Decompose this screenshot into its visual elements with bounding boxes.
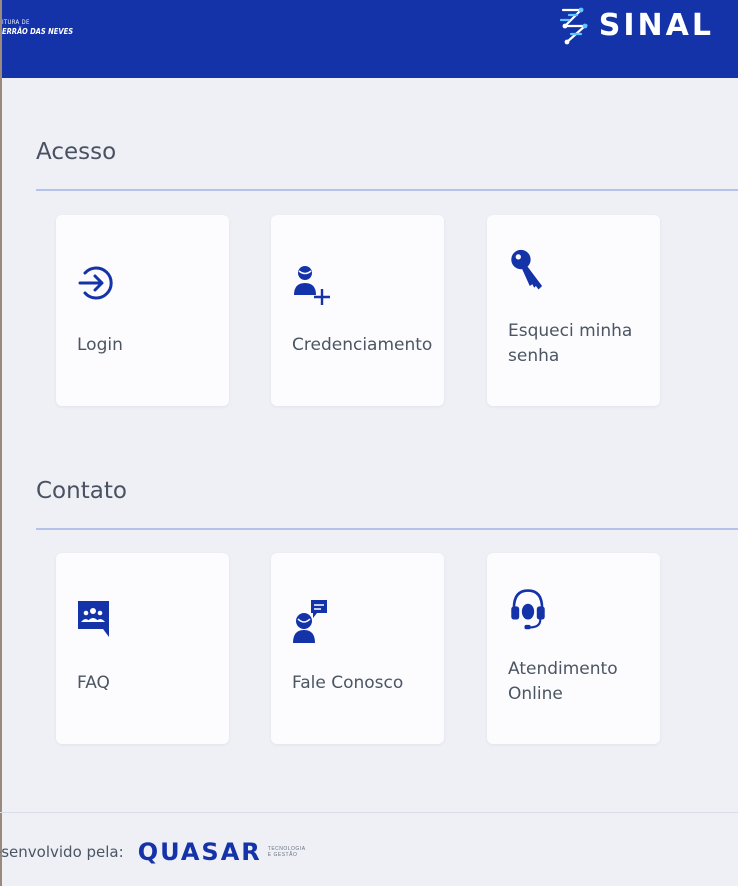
card-label-atendimento-online: Atendimento Online xyxy=(508,659,618,704)
card-label-fale-conosco: Fale Conosco xyxy=(292,673,404,693)
section-title-acesso: Acesso xyxy=(36,139,117,165)
brand-name: SINAL xyxy=(598,8,714,43)
card-faq[interactable]: FAQ xyxy=(56,553,229,744)
add-user-icon xyxy=(294,266,330,305)
section-title-contato: Contato xyxy=(36,478,127,504)
card-label-faq: FAQ xyxy=(77,673,110,693)
login-icon xyxy=(78,266,113,300)
user-message-icon xyxy=(293,600,327,643)
card-credenciamento[interactable]: Credenciamento xyxy=(271,215,444,406)
card-label-credenciamento: Credenciamento xyxy=(292,335,433,355)
footer-divider xyxy=(0,812,738,813)
quasar-tagline-line2: E GESTÃO xyxy=(267,852,298,858)
city-logo-line1: ITURA DE xyxy=(2,19,30,26)
city-logo-line2: ERRÃO DAS NEVES xyxy=(2,27,74,36)
card-esqueci-senha[interactable]: Esqueci minha senha xyxy=(487,215,660,406)
card-label-esqueci-senha: Esqueci minha senha xyxy=(508,321,633,366)
card-atendimento-online[interactable]: Atendimento Online xyxy=(487,553,660,744)
section-divider-contato xyxy=(36,528,738,530)
left-edge-strip xyxy=(0,0,2,886)
sinal-logo[interactable]: SINAL xyxy=(557,4,714,48)
section-divider-acesso xyxy=(36,189,738,191)
developed-by-text: esenvolvido pela: xyxy=(0,843,124,861)
footer: esenvolvido pela: QUASAR TECNOLOGIA E GE… xyxy=(0,838,306,866)
headset-icon xyxy=(511,589,545,630)
card-login[interactable]: Login xyxy=(56,215,229,406)
key-icon xyxy=(511,249,543,290)
card-fale-conosco[interactable]: Fale Conosco xyxy=(271,553,444,744)
quasar-tagline: TECNOLOGIA E GESTÃO xyxy=(268,846,306,858)
quasar-logo[interactable]: QUASAR xyxy=(138,838,262,866)
faq-chat-icon xyxy=(78,601,109,637)
sinal-logo-icon xyxy=(559,7,588,45)
city-logo: ITURA DE ERRÃO DAS NEVES xyxy=(2,20,73,36)
app-header: ITURA DE ERRÃO DAS NEVES SINAL xyxy=(2,0,738,78)
card-label-login: Login xyxy=(77,335,123,355)
